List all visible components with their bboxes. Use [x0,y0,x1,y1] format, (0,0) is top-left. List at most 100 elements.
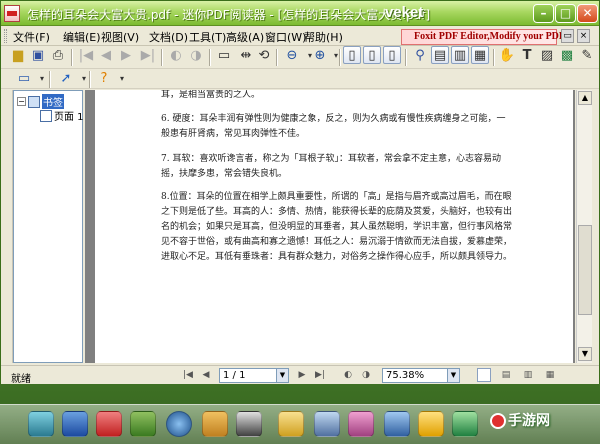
layout-icon[interactable]: ▭ [15,69,33,87]
dock-folder-icon[interactable] [278,411,304,437]
status-first-page-icon[interactable]: |◀ [181,368,195,382]
snapshot-icon[interactable]: ▨ [538,46,556,64]
watermark-logo-icon [490,413,506,429]
toolbar-separator [493,49,495,66]
bookmarks-icon[interactable]: ▥ [451,46,469,64]
toolbar-separator [89,71,91,88]
page-number-field[interactable]: 1 / 1 ▼ [219,368,289,383]
status-cont-facing-icon[interactable]: ▦ [543,368,557,382]
menu-tools[interactable]: 工具(T) [189,29,226,45]
find-icon[interactable]: ⚲ [411,46,429,64]
status-prev-page-icon[interactable]: ◀ [199,368,213,382]
dock-app-icon-3[interactable] [96,411,122,437]
status-next-page-icon[interactable]: ▶ [295,368,309,382]
image-tool-icon[interactable]: ▩ [558,46,576,64]
collapse-icon[interactable]: − [17,97,26,106]
thumbnails-icon[interactable]: ▤ [431,46,449,64]
layers-icon[interactable]: ▦ [471,46,489,64]
menu-view[interactable]: 视图(V) [101,29,139,45]
paragraph: 7. 耳软：喜欢听谗言者，称之为「耳根子软」：耳软者，常会拿不定主意，心志容易动… [161,154,501,179]
dock-browser-icon[interactable] [166,411,192,437]
menu-file[interactable]: 文件(F) [13,29,50,45]
help-icon[interactable]: ? [95,69,113,87]
window-title: 怎样的耳朵会大富大贵.pdf - 迷你PDF阅读器 - [怎样的耳朵会大富大贵.… [27,8,431,22]
toolbar-separator [405,49,407,66]
first-page-icon[interactable]: |◀ [77,46,95,64]
vertical-scrollbar[interactable]: ▲ ▼ [576,90,592,363]
status-continuous-icon[interactable]: ▤ [499,368,513,382]
hand-tool-icon[interactable]: ✋ [498,46,516,64]
tree-root-label[interactable]: 书签 [42,94,64,109]
menu-help[interactable]: 帮助(H) [304,29,343,45]
select-arrow-icon[interactable]: ➚ [57,69,75,87]
facing-page-icon[interactable]: ▯ [383,46,401,64]
dock-penguin-icon[interactable] [236,411,262,437]
status-single-page-icon[interactable] [477,368,491,382]
single-page-icon[interactable]: ▯ [343,46,361,64]
rotate-icon[interactable]: ⟲ [255,46,273,64]
continuous-page-icon[interactable]: ▯ [363,46,381,64]
sidebar-strip [1,90,13,363]
tree-root[interactable]: − 书签 [17,94,64,109]
ad-close-icon[interactable]: × [577,29,590,43]
toolbar-separator [209,49,211,66]
toolbar-separator [339,49,341,66]
print-icon[interactable]: ⎙ [49,46,67,64]
pdf-page[interactable]: 耳，是相当富贵的之人。 6. 硬度：耳朵丰润有弹性则为健康之象，反之，则为久病或… [95,90,573,363]
zoom-value: 75.38% [386,370,425,381]
document-view[interactable]: 耳，是相当富贵的之人。 6. 硬度：耳朵丰润有弹性则为健康之象，反之，则为久病或… [85,90,575,363]
menu-edit[interactable]: 编辑(E) [63,29,101,45]
page-number-value: 1 / 1 [223,370,246,381]
ad-banner[interactable]: Foxit PDF Editor,Modify your PDF! [401,29,568,45]
fit-page-icon[interactable]: ▭ [215,46,233,64]
ad-restore-icon[interactable]: ▭ [561,29,574,43]
scroll-up-icon[interactable]: ▲ [578,91,592,105]
help-dropdown-icon[interactable]: ▾ [113,69,131,87]
dock-monitor-icon[interactable] [62,411,88,437]
dock-app-icon-1[interactable] [28,411,54,437]
pdf-app-icon [4,5,20,22]
status-facing-icon[interactable]: ▥ [521,368,535,382]
dock-app-icon-9[interactable] [314,411,340,437]
status-back-icon[interactable]: ◐ [341,368,355,382]
menu-window[interactable]: 窗口(W) [265,29,306,45]
last-page-icon[interactable]: ▶| [139,46,157,64]
dock-app-icon-6[interactable] [202,411,228,437]
scroll-thumb[interactable] [578,225,592,315]
zoom-out-icon[interactable]: ⊖ [283,46,301,64]
status-text: 就绪 [11,374,31,385]
toolbar-separator [49,71,51,88]
dock-app-icon-11[interactable] [384,411,410,437]
title-bar[interactable]: 怎样的耳朵会大富大贵.pdf - 迷你PDF阅读器 - [怎样的耳朵会大富大贵.… [1,1,599,26]
tree-child-label[interactable]: 页面 1 [54,108,84,123]
dock-help-icon[interactable] [452,411,478,437]
dock-app-icon-12[interactable] [418,411,444,437]
status-last-page-icon[interactable]: ▶| [313,368,327,382]
menu-grip [4,29,7,43]
open-folder-icon[interactable]: ▆ [9,46,27,64]
watermark-text: 手游网 [508,413,550,429]
back-icon[interactable]: ◐ [167,46,185,64]
close-button[interactable]: ✕ [577,4,598,23]
status-bar: 就绪 |◀ ◀ 1 / 1 ▼ ▶ ▶| ◐ ◑ 75.38% ▼ ▤ ▥ ▦ [1,365,599,385]
zoom-field[interactable]: 75.38% ▼ [382,368,460,383]
text-select-icon[interactable]: T [518,46,536,64]
menu-document[interactable]: 文档(D) [149,29,188,45]
next-page-icon[interactable]: ▶ [117,46,135,64]
minimize-button[interactable]: – [533,4,554,23]
fit-width-icon[interactable]: ⇹ [237,46,255,64]
zoom-dropdown-icon[interactable]: ▼ [447,369,459,382]
scroll-down-icon[interactable]: ▼ [578,347,592,361]
page-dropdown-icon[interactable]: ▼ [276,369,288,382]
dock-app-icon-4[interactable] [130,411,156,437]
save-icon[interactable]: ▣ [29,46,47,64]
annotation-icon[interactable]: ✎ [578,46,596,64]
dock-paint-icon[interactable] [348,411,374,437]
secondary-toolbar: ▭ ▾ ➚ ▾ ? ▾ [1,69,599,89]
status-forward-icon[interactable]: ◑ [359,368,373,382]
maximize-button[interactable]: □ [555,4,576,23]
tree-child[interactable]: 页面 1 [40,108,84,123]
prev-page-icon[interactable]: ◀ [97,46,115,64]
menu-advanced[interactable]: 高级(A) [226,29,264,45]
forward-icon[interactable]: ◑ [187,46,205,64]
